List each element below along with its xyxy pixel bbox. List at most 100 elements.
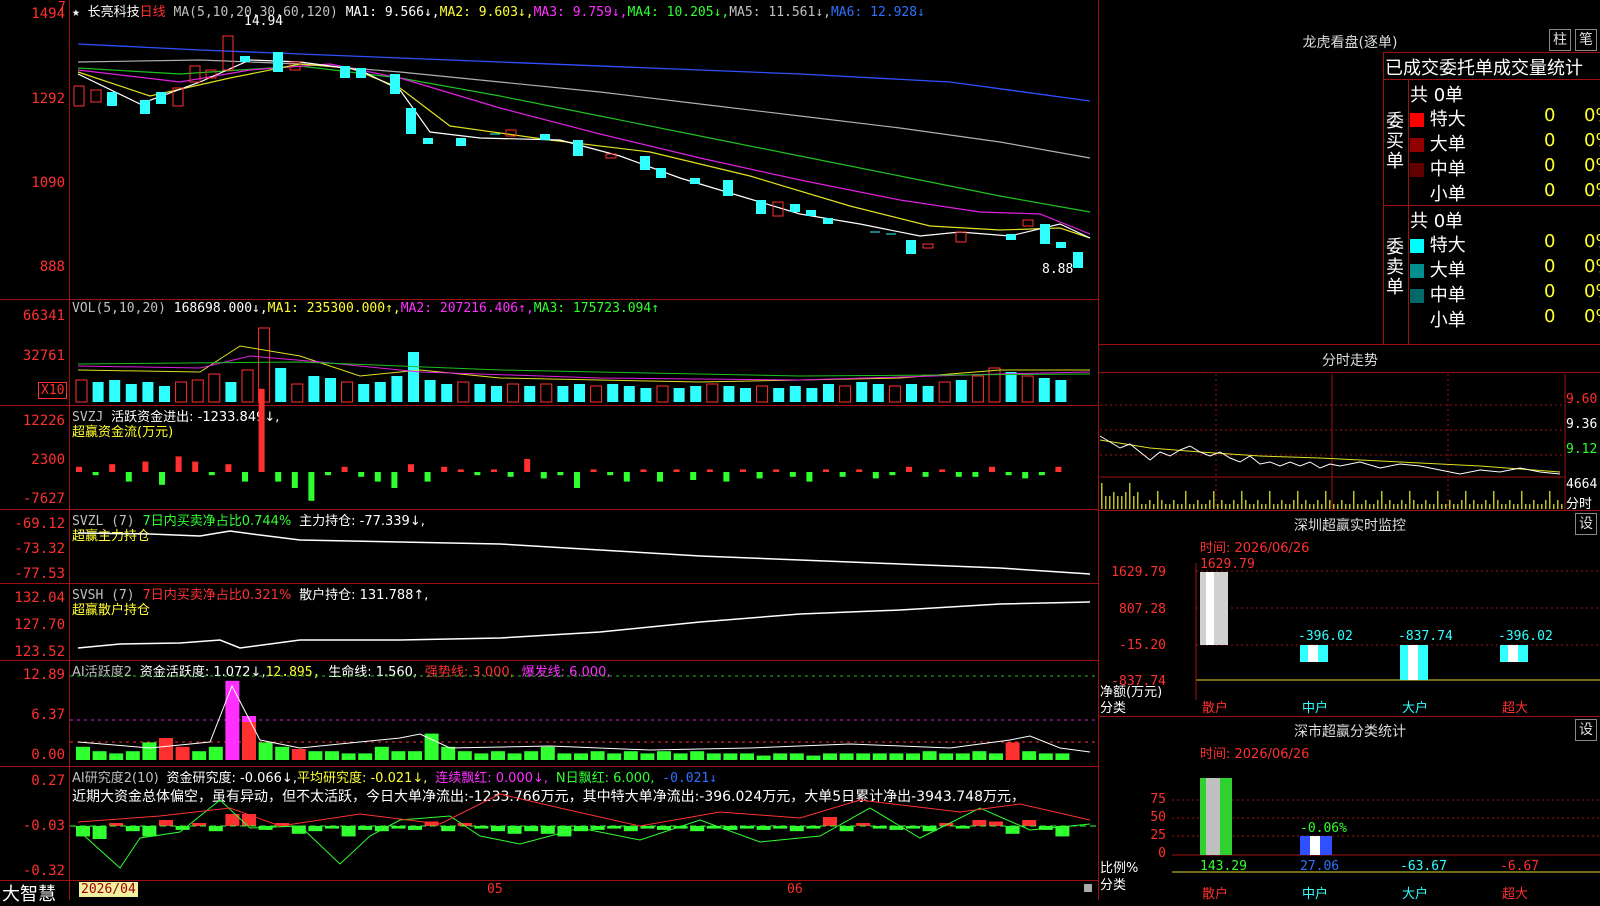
vol-bar [159, 386, 170, 402]
svzj-bar [474, 472, 481, 476]
fs-vol-tick [1517, 504, 1519, 509]
brand-logo[interactable]: 大智慧 [2, 880, 56, 906]
fs-vol-tick [1273, 504, 1275, 509]
air-bar [275, 823, 290, 826]
vol-bar [740, 388, 751, 402]
air-bar [574, 826, 588, 832]
ai-bar [1038, 753, 1053, 760]
divider-main-vol [0, 299, 1098, 300]
svzj-bar [358, 472, 365, 477]
svzj-bar [955, 472, 962, 477]
cls-bar-value: 27.06 [1300, 859, 1340, 874]
candle [1056, 242, 1066, 248]
air-bar [1022, 820, 1037, 826]
svzj-bar [208, 472, 215, 476]
vol-bar [258, 327, 271, 403]
air-line [77, 799, 1091, 869]
fs-price-line [1099, 435, 1561, 475]
cls-settings-button[interactable]: 设 [1575, 719, 1597, 741]
ai-bar [723, 753, 738, 760]
order-pct: 0% [1584, 105, 1600, 126]
candlestick-chart[interactable] [0, 0, 1098, 299]
lock-icon[interactable] [1084, 884, 1092, 892]
air-bar [76, 826, 90, 837]
order-pct: 0% [1584, 281, 1600, 302]
vol-bar [1038, 378, 1050, 402]
svsh-line [77, 601, 1091, 649]
fs-vol-tick [1165, 504, 1167, 509]
divider [1099, 344, 1600, 345]
air-red-streak: 连续飘红: 0.000↓, [435, 771, 549, 786]
y-label: 132.04 [14, 590, 65, 606]
y-label: -7627 [22, 491, 65, 507]
ai-bar [540, 746, 555, 760]
color-swatch-icon [1410, 163, 1424, 177]
air-bar [922, 826, 937, 832]
svzj-bar [441, 466, 448, 472]
fs-vol-tick [1133, 496, 1135, 509]
right-panel-divider [1098, 0, 1099, 900]
fs-vol-tick [1309, 504, 1311, 509]
ai-bar [756, 755, 771, 760]
air-bar [889, 826, 904, 830]
ai-bar [507, 753, 522, 760]
air-bar [341, 826, 356, 837]
air-bar [291, 826, 306, 834]
air-bar [142, 826, 157, 837]
air-bar [159, 820, 173, 826]
ai-bar [972, 751, 987, 760]
svzj-bar [109, 464, 116, 472]
y-label: -77.53 [14, 566, 65, 582]
air-bar [208, 826, 223, 832]
fs-vol-tick [1205, 504, 1207, 509]
vol-bar [673, 388, 685, 402]
cls-y-label: 50 [1150, 810, 1166, 825]
ai-bar [922, 751, 937, 760]
vol-bar [175, 381, 188, 403]
ai-bar [989, 753, 1003, 760]
fs-vol-tick [1449, 500, 1451, 509]
fs-vol-tick [1109, 496, 1111, 509]
ai-bar [906, 753, 920, 760]
air-bar [1005, 826, 1020, 834]
order-count: 0 [1544, 130, 1556, 151]
fs-vol-tick [1433, 504, 1435, 509]
fs-vol-tick [1353, 491, 1355, 509]
ai-bar [258, 742, 273, 760]
ai-bar [192, 751, 207, 760]
color-swatch-icon [1410, 289, 1424, 303]
air-bar [92, 826, 107, 839]
fs-vol-tick [1213, 491, 1215, 509]
vol-bar [690, 386, 702, 402]
ai-bar [839, 753, 854, 760]
air-bar [740, 826, 754, 829]
color-swatch-icon [1410, 264, 1424, 278]
candle [823, 218, 833, 224]
fs-vol-tick [1485, 500, 1487, 509]
order-count: 0 [1544, 281, 1556, 302]
air-bar [939, 823, 954, 826]
fs-vol-tick [1533, 500, 1535, 509]
bar-view-button[interactable]: 柱 [1549, 29, 1571, 51]
air-bar [789, 826, 804, 832]
tick-view-button[interactable]: 笔 [1575, 29, 1597, 51]
cls-time: 时间: 2026/06/26 [1200, 747, 1310, 762]
air-bar [773, 826, 788, 829]
y-label: 127.70 [14, 617, 65, 633]
vol-bar [341, 381, 354, 403]
candle [140, 100, 150, 114]
ai-bar [856, 753, 871, 760]
fs-vol-tick [1181, 504, 1183, 509]
vol-bar [391, 376, 403, 402]
sell-total: 共 0单 [1410, 211, 1464, 232]
ai-value: 资金活跃度: 1.072↓, [139, 665, 266, 680]
sell-row: 大单 0 0% [1410, 256, 1600, 282]
sz-settings-button[interactable]: 设 [1575, 513, 1597, 535]
vol-bar [938, 381, 951, 403]
ai-bar [773, 753, 788, 760]
ai-bar [1055, 753, 1070, 760]
ai-bar [690, 751, 705, 760]
svzj-bar [756, 472, 763, 479]
candle [690, 178, 700, 184]
cls-bar-value: -6.67 [1500, 859, 1540, 874]
